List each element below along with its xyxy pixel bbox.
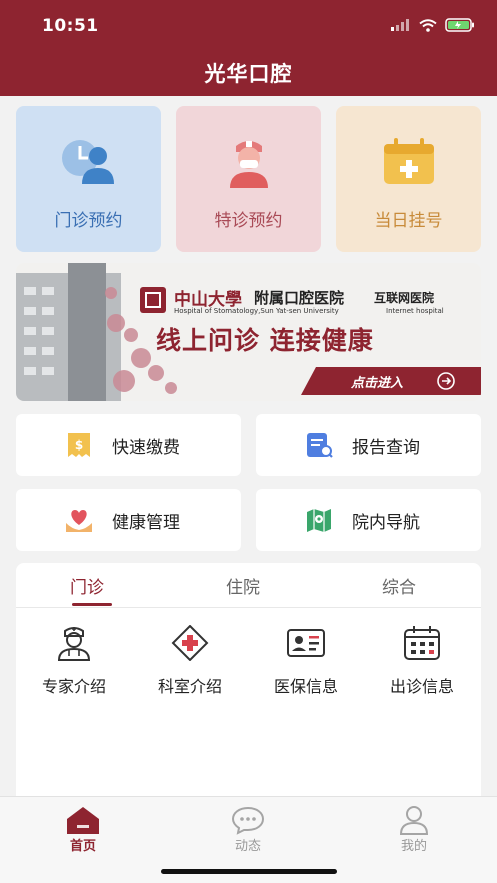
page-title: 光华口腔 bbox=[204, 62, 293, 86]
doctor-icon bbox=[57, 627, 91, 661]
tile-label: 快速缴费 bbox=[112, 438, 180, 458]
wifi-icon bbox=[419, 18, 437, 32]
service-clinic-schedule[interactable]: 出诊信息 bbox=[372, 625, 472, 705]
home-icon bbox=[67, 807, 99, 834]
outpatient-appointment-card[interactable]: 门诊预约 bbox=[16, 106, 161, 252]
banner-internet-hospital: 互联网医院 bbox=[374, 291, 435, 305]
tab-inpatient[interactable]: 住院 bbox=[226, 573, 260, 598]
tab-comprehensive[interactable]: 综合 bbox=[382, 573, 416, 598]
status-time: 10:51 bbox=[42, 16, 99, 36]
home-indicator bbox=[161, 869, 337, 874]
service-label: 科室介绍 bbox=[157, 677, 222, 696]
nav-label: 动态 bbox=[234, 839, 261, 854]
service-label: 专家介绍 bbox=[41, 677, 106, 696]
tab-divider bbox=[16, 607, 481, 608]
nav-home[interactable]: 首页 bbox=[43, 801, 123, 857]
nav-label: 我的 bbox=[400, 839, 427, 854]
battery-icon bbox=[445, 18, 474, 32]
tile-label: 健康管理 bbox=[112, 513, 180, 533]
banner-slogan: 线上问诊 连接健康 bbox=[156, 326, 374, 355]
special-appointment-card[interactable]: 特诊预约 bbox=[176, 106, 321, 252]
banner-en-internet: Internet hospital bbox=[386, 307, 444, 315]
report-query-tile[interactable]: 报告查询 bbox=[256, 414, 481, 476]
service-label: 出诊信息 bbox=[389, 677, 454, 696]
insurance-card-icon bbox=[287, 629, 325, 657]
hospital-navigation-tile[interactable]: 院内导航 bbox=[256, 489, 481, 551]
banner-en-name: Hospital of Stomatology,Sun Yat-sen Univ… bbox=[174, 307, 339, 315]
profile-icon bbox=[399, 806, 429, 835]
service-department-intro[interactable]: 科室介绍 bbox=[140, 625, 240, 705]
map-navigation-icon bbox=[307, 509, 331, 532]
svg-text:$: $ bbox=[75, 438, 83, 452]
banner-cta[interactable]: 点击进入 bbox=[351, 372, 403, 391]
banner-hospital: 附属口腔医院 bbox=[254, 289, 345, 307]
service-expert-intro[interactable]: 专家介绍 bbox=[24, 625, 124, 705]
clinic-consult-icon bbox=[62, 140, 114, 184]
card-label: 特诊预约 bbox=[214, 211, 283, 231]
bottom-navigation: 首页 动态 我的 bbox=[0, 796, 497, 883]
card-label: 门诊预约 bbox=[54, 211, 123, 231]
medical-cross-icon bbox=[171, 625, 209, 661]
nav-profile[interactable]: 我的 bbox=[374, 801, 454, 857]
active-tab-indicator bbox=[72, 603, 112, 606]
quick-payment-tile[interactable]: $ 快速缴费 bbox=[16, 414, 241, 476]
payment-receipt-icon: $ bbox=[68, 433, 90, 457]
service-insurance-info[interactable]: 医保信息 bbox=[256, 625, 356, 705]
card-label: 当日挂号 bbox=[374, 211, 443, 231]
nav-label: 首页 bbox=[69, 839, 96, 854]
medical-kit-icon bbox=[384, 138, 434, 184]
nurse-icon bbox=[230, 141, 268, 188]
health-management-tile[interactable]: 健康管理 bbox=[16, 489, 241, 551]
calendar-icon bbox=[404, 626, 440, 660]
heart-hands-icon bbox=[66, 510, 92, 532]
chat-bubble-icon bbox=[231, 806, 265, 835]
service-label: 医保信息 bbox=[273, 677, 338, 696]
tab-outpatient[interactable]: 门诊 bbox=[70, 573, 104, 598]
services-panel: 门诊 住院 综合 专家介绍 科室介绍 医保信息 出诊信息 bbox=[16, 563, 481, 803]
same-day-registration-card[interactable]: 当日挂号 bbox=[336, 106, 481, 252]
internet-hospital-banner[interactable]: 中山大學 附属口腔医院 互联网医院 Hospital of Stomatolog… bbox=[16, 263, 481, 401]
signal-icon bbox=[391, 19, 409, 31]
report-search-icon bbox=[307, 433, 333, 458]
app-header: 10:51 光华口腔 bbox=[0, 0, 497, 96]
nav-updates[interactable]: 动态 bbox=[208, 801, 288, 857]
status-icons bbox=[391, 16, 475, 34]
tile-label: 报告查询 bbox=[352, 438, 420, 458]
tile-label: 院内导航 bbox=[352, 513, 420, 533]
